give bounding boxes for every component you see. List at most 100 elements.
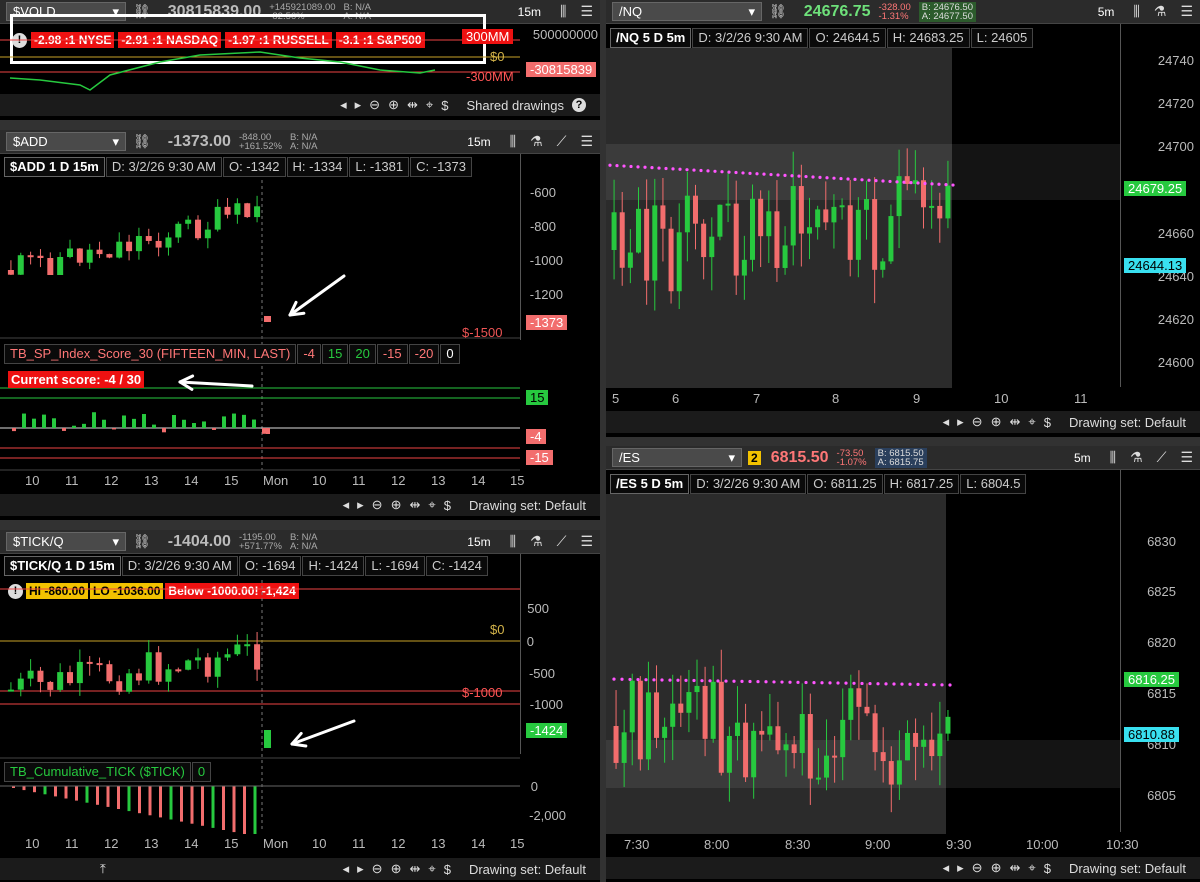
annotation-arrow-head [288,311,306,317]
dollar-icon[interactable]: $ [444,498,451,513]
scroll-left-icon[interactable]: ◂ [943,860,950,876]
vwap-dot [740,679,744,683]
zoom-out-icon[interactable]: ⊖ [972,414,983,430]
add-study-v2: 20 [349,344,376,364]
vwap-dot [832,176,836,180]
vwap-dot [620,677,624,681]
dollar-icon[interactable]: $ [444,862,451,877]
pan-icon[interactable]: ⇹ [409,497,420,513]
dollar-icon[interactable]: $ [1044,415,1051,430]
candle-body [234,203,241,215]
study-bar [212,428,216,430]
es-drawing-set[interactable]: Drawing set: Default [1069,861,1186,876]
scroll-right-icon[interactable]: ▸ [957,860,964,876]
crosshair-icon[interactable]: ⌖ [1028,414,1035,430]
collapse-icon[interactable]: ⤒ [100,861,106,877]
crosshair-icon[interactable]: ⌖ [428,497,435,513]
candle-body [204,229,211,239]
candle-body [676,232,682,292]
scroll-left-icon[interactable]: ◂ [343,861,350,877]
zoom-in-icon[interactable]: ⊕ [391,861,402,877]
vwap-dot [796,680,800,684]
help-icon[interactable]: ? [572,98,586,112]
add-drawing-set[interactable]: Drawing set: Default [469,498,586,513]
nq-drawing-set[interactable]: Drawing set: Default [1069,415,1186,430]
zoom-in-icon[interactable]: ⊕ [991,414,1002,430]
study-bar [222,416,226,428]
candle-body [126,241,133,252]
value-area-band [606,740,1120,788]
scroll-left-icon[interactable]: ◂ [343,497,350,513]
zoom-out-icon[interactable]: ⊖ [372,861,383,877]
vwap-dot [650,166,654,170]
scroll-right-icon[interactable]: ▸ [357,861,364,877]
tick-drawing-set[interactable]: Drawing set: Default [469,862,586,877]
crosshair-icon[interactable]: ⌖ [1028,860,1035,876]
dollar-icon[interactable]: $ [441,98,448,113]
vwap-dot [812,681,816,685]
pan-icon[interactable]: ⇹ [1009,414,1020,430]
candle-body [709,236,715,258]
cum-tick-bar [106,786,110,807]
candles-icon[interactable]: ⫼ [560,3,566,20]
scroll-right-icon[interactable]: ▸ [355,97,362,113]
vwap-dot [776,173,780,177]
vwap-dot [678,167,682,171]
pan-icon[interactable]: ⇹ [409,861,420,877]
vold-zero: $0 [490,49,505,64]
vwap-dot [734,170,738,175]
add-ytick-600: -600 [529,185,556,200]
cum-tick-bar [253,786,257,834]
candle-body [195,657,201,661]
crosshair-icon[interactable]: ⌖ [426,97,433,113]
zoom-in-icon[interactable]: ⊕ [391,497,402,513]
pan-icon[interactable]: ⇹ [407,97,418,113]
cum-tick-bar [75,786,78,801]
es-panel: /ES ▾ 2 6815.50 -73.50 -1.07% B: 6815.50 A:… [606,446,1200,882]
add-xaxis: 10 11 12 13 14 15 Mon 10 11 12 13 14 15 [25,473,525,488]
scroll-right-icon[interactable]: ▸ [957,414,964,430]
vwap-dot [852,681,856,685]
zoom-in-icon[interactable]: ⊕ [991,860,1002,876]
vwap-dot [820,681,824,685]
vwap-dot [836,681,840,685]
zoom-out-icon[interactable]: ⊖ [369,97,380,113]
vwap-dot [636,677,640,682]
scroll-right-icon[interactable]: ▸ [357,497,364,513]
vwap-dot [727,170,731,174]
add-study-v3: -15 [376,344,408,364]
cum-tick-bar [127,786,131,812]
vold-shared-drawings[interactable]: Shared drawings [466,98,564,113]
candle-body [244,203,251,218]
study-bar [152,424,156,428]
es-tag-cyan: 6810.88 [1124,727,1179,742]
tick-xaxis: 10 11 12 13 14 15 Mon 10 11 12 13 14 15 [25,836,525,851]
candle-body [701,223,707,258]
menu-icon[interactable]: ☰ [580,3,593,20]
candle-body [47,681,54,690]
candle-body [945,716,951,734]
candle-body [96,249,103,255]
candle-body [693,195,698,224]
candle-body [678,703,684,713]
tick-ytick-0: 0 [526,634,534,649]
candle-body [767,726,773,735]
pan-icon[interactable]: ⇹ [1009,860,1020,876]
add-bottombar: ◂ ▸ ⊖ ⊕ ⇹ ⌖ $ Drawing set: Default [0,494,600,516]
vwap-dot [923,181,927,186]
candle-body [67,672,73,684]
crosshair-icon[interactable]: ⌖ [428,861,435,877]
candle-body [856,688,862,707]
zoom-out-icon[interactable]: ⊖ [372,497,383,513]
scroll-left-icon[interactable]: ◂ [340,97,347,113]
vwap-dot [671,167,675,171]
nq-ytick-24700: 24700 [1157,139,1194,154]
dollar-icon[interactable]: $ [1044,861,1051,876]
add-level-label: $-1500 [462,325,503,340]
study-bar [92,412,96,428]
vwap-dot [685,168,689,172]
zoom-in-icon[interactable]: ⊕ [388,97,399,113]
study-bar [102,419,106,428]
scroll-left-icon[interactable]: ◂ [943,414,950,430]
zoom-out-icon[interactable]: ⊖ [972,860,983,876]
